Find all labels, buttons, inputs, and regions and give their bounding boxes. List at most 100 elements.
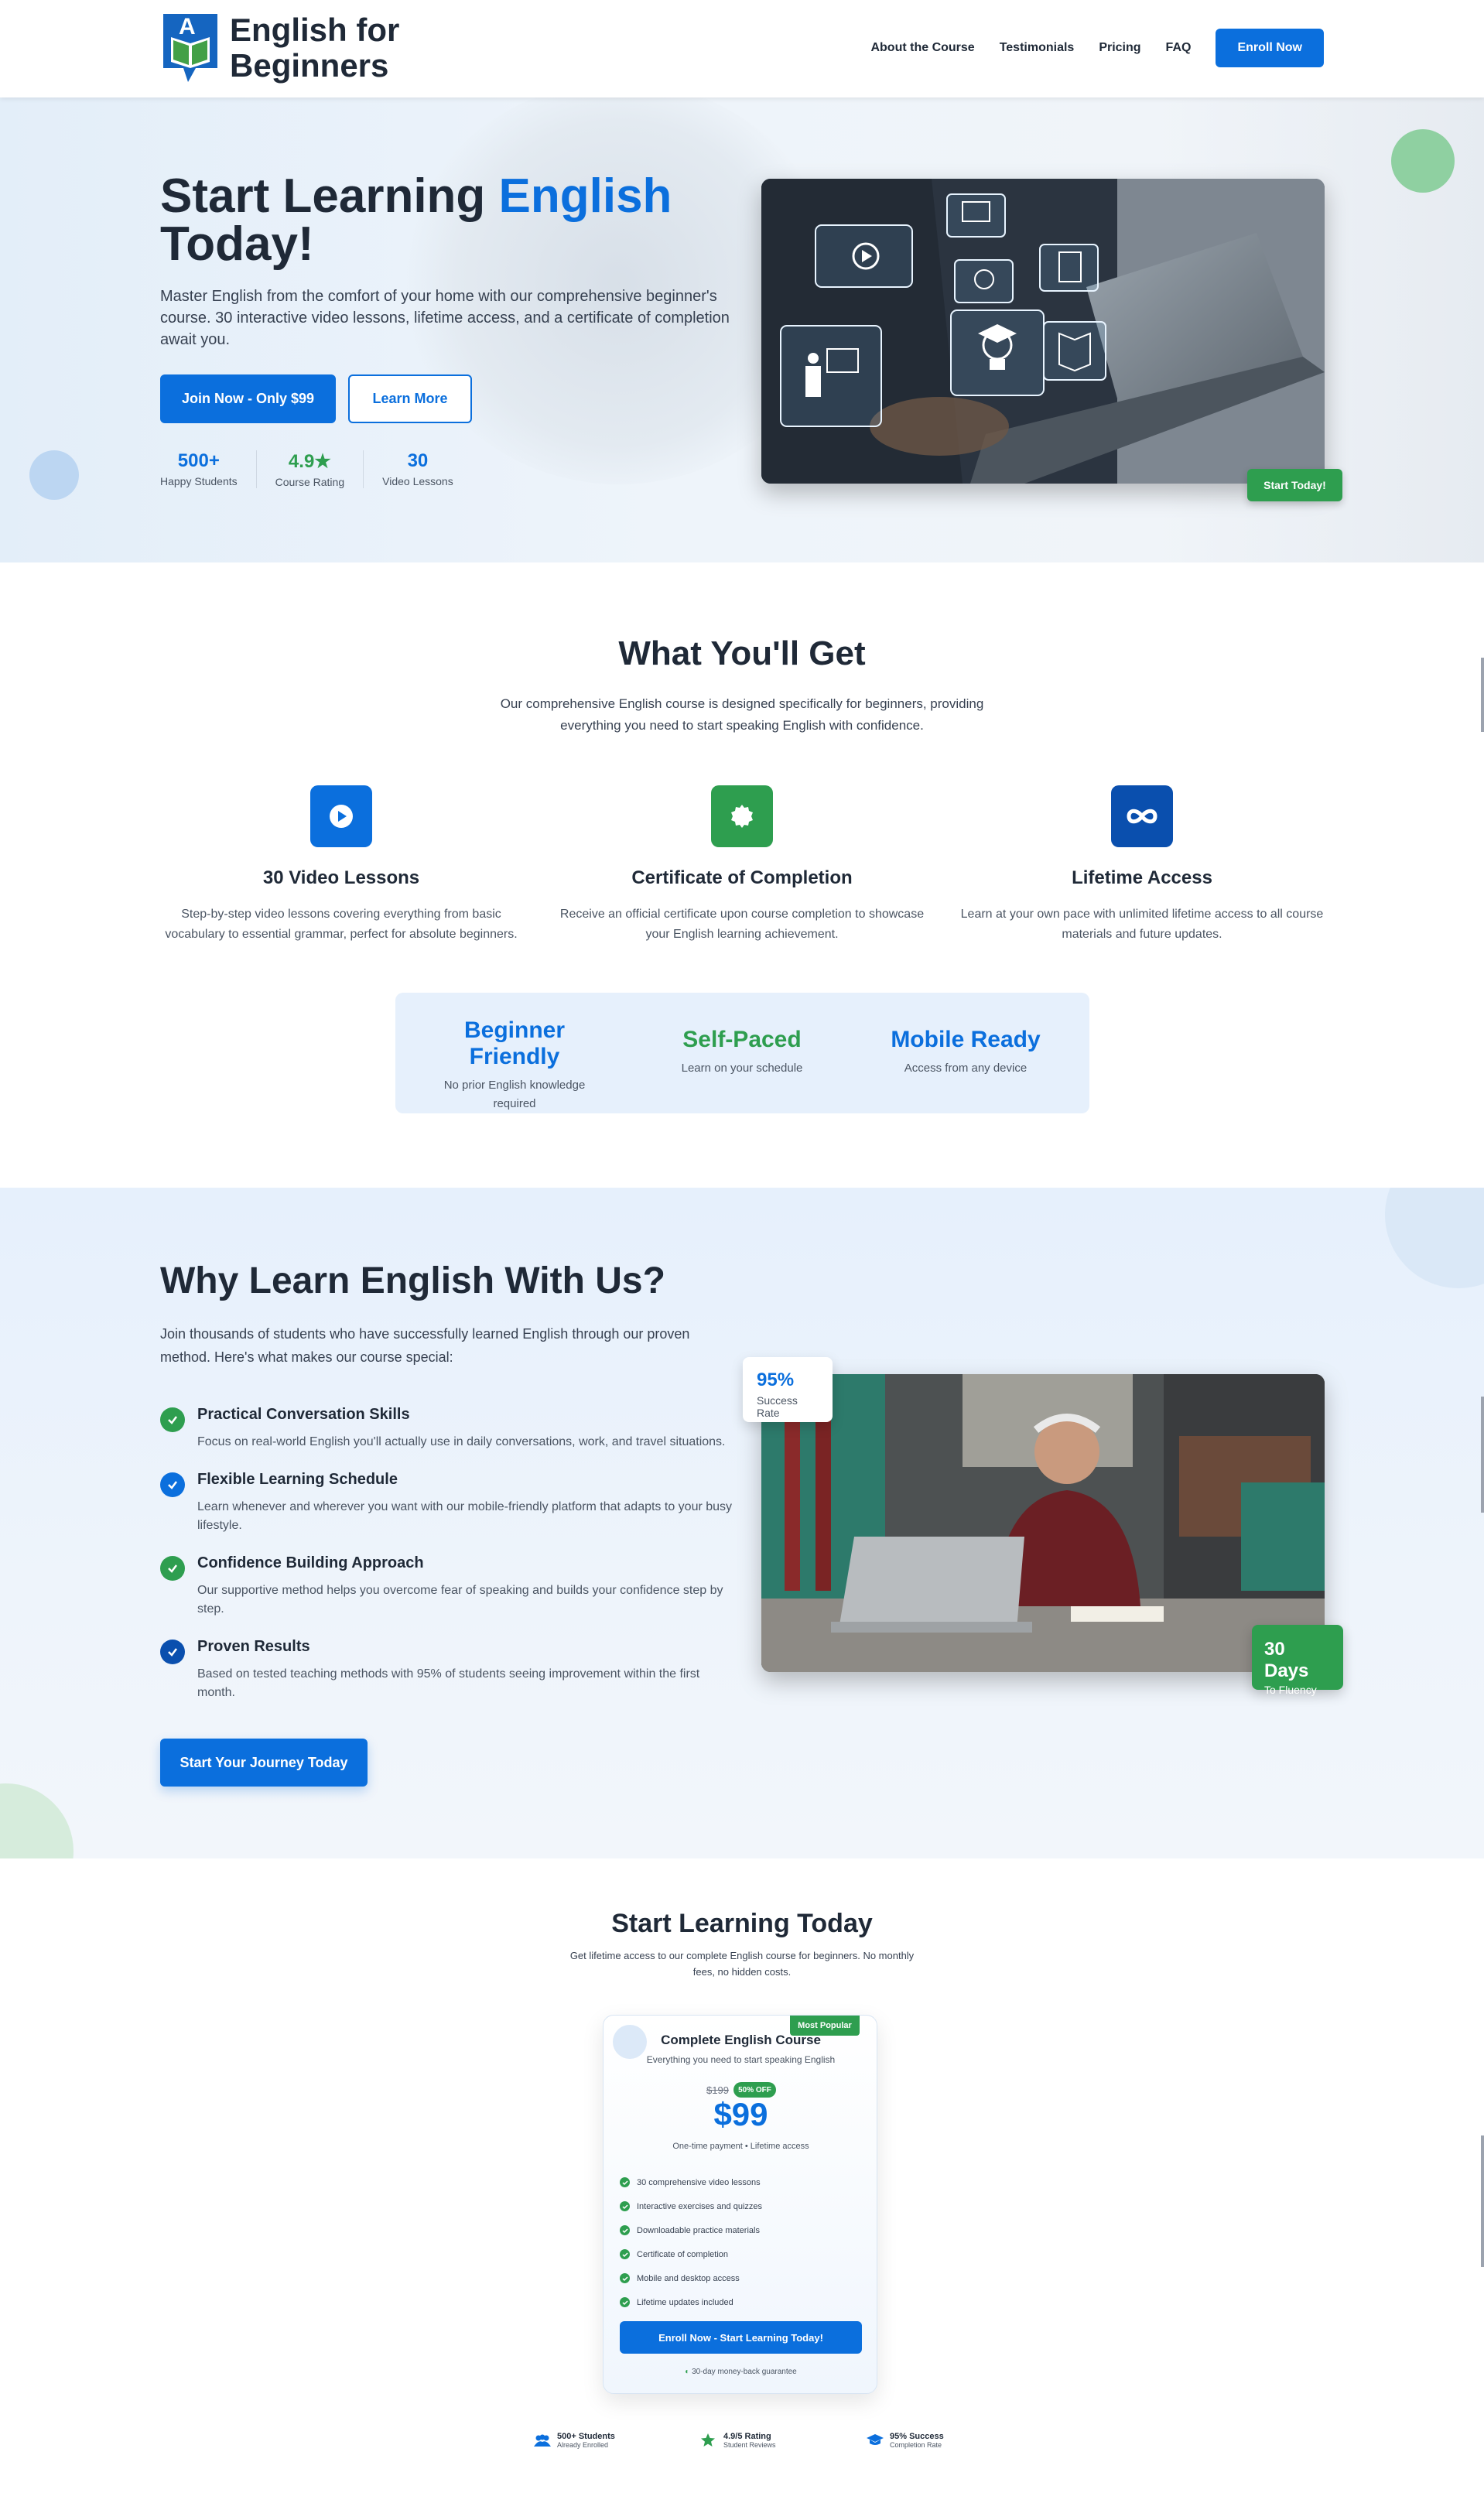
why-item-title: Practical Conversation Skills (197, 1406, 410, 1423)
feature-title: 30 Video Lessons (262, 867, 420, 888)
highlights-panel: Beginner Friendly No prior English knowl… (395, 993, 1089, 1113)
scroll-edge-marker (1481, 1397, 1484, 1513)
nav-link-pricing[interactable]: Pricing (1099, 41, 1140, 55)
star-icon (701, 2433, 715, 2447)
nav-link-faq[interactable]: FAQ (1166, 41, 1192, 55)
hero-title-part1: Start Learning (160, 169, 499, 223)
start-today-badge: Start Today! (1247, 469, 1342, 501)
why-item-title: Confidence Building Approach (197, 1554, 424, 1571)
check-icon (160, 1472, 185, 1497)
feature-title: Certificate of Completion (631, 867, 853, 888)
feature-description: Learn at your own pace with unlimited li… (960, 908, 1324, 941)
success-rate-badge: 95% Success Rate (743, 1357, 833, 1422)
trust-students: 500+ Students Already Enrolled (534, 2432, 615, 2449)
badge-label: To Fluency (1264, 1684, 1317, 1696)
feature-text: Lifetime updates included (637, 2297, 733, 2307)
highlight-self-paced: Self-Paced Learn on your schedule (649, 1027, 835, 1078)
graduation-cap-icon (867, 2434, 884, 2445)
enroll-start-learning-button[interactable]: Enroll Now - Start Learning Today! (620, 2321, 862, 2354)
badge-label: Success Rate (757, 1394, 798, 1419)
why-title: Why Learn English With Us? (160, 1260, 665, 1301)
feature-title: Lifetime Access (1072, 867, 1212, 888)
why-item-description: Based on tested teaching methods with 95… (197, 1667, 700, 1699)
stat-label: Course Rating (275, 476, 345, 488)
check-icon (620, 2201, 630, 2211)
check-icon (160, 1556, 185, 1581)
check-icon (620, 2273, 630, 2283)
hero-elearning-image (761, 179, 1325, 484)
nav-link-about[interactable]: About the Course (870, 41, 974, 55)
badge-value: 95% (757, 1369, 795, 1390)
stat-students: 500+ Happy Students (160, 450, 257, 488)
certificate-icon (711, 785, 773, 847)
check-icon (620, 2225, 630, 2235)
plan-subtitle: Everything you need to start speaking En… (646, 2054, 836, 2065)
enroll-now-button[interactable]: Enroll Now (1216, 29, 1324, 67)
highlight-description: No prior English knowledge required (443, 1079, 586, 1110)
discount-badge: 50% OFF (733, 2082, 776, 2098)
original-price: $199 (706, 2084, 729, 2096)
join-now-button[interactable]: Join Now - Only $99 (160, 374, 336, 423)
feature-video-lessons: 30 Video Lessons Step-by-step video less… (156, 785, 527, 945)
student-studying-image (761, 1374, 1325, 1672)
check-icon (620, 2249, 630, 2259)
plan-price: $99 (713, 2096, 768, 2132)
pricing-card: Most Popular Complete English Course Eve… (603, 2015, 877, 2394)
why-item-title: Proven Results (197, 1638, 310, 1655)
feature-text: 30 comprehensive video lessons (637, 2177, 761, 2187)
learn-more-button[interactable]: Learn More (348, 374, 472, 423)
start-journey-button[interactable]: Start Your Journey Today (160, 1739, 368, 1787)
why-item-results: Proven Results Based on tested teaching … (160, 1638, 733, 1702)
features-subtitle: Our comprehensive English course is desi… (500, 696, 984, 733)
list-item: Lifetime updates included (620, 2290, 762, 2314)
stat-rating: 4.9★ Course Rating (275, 450, 364, 488)
list-item: Certificate of completion (620, 2242, 762, 2266)
users-icon (534, 2434, 551, 2447)
list-item: 30 comprehensive video lessons (620, 2170, 762, 2194)
trust-description: Completion Rate (890, 2441, 942, 2449)
decorative-circle (1385, 1188, 1484, 1288)
trust-title: 4.9/5 Rating (723, 2432, 771, 2441)
plan-feature-list: 30 comprehensive video lessons Interacti… (620, 2170, 762, 2314)
trust-title: 95% Success (890, 2432, 944, 2441)
trust-rating: 4.9/5 Rating Student Reviews (700, 2432, 776, 2449)
check-icon (160, 1407, 185, 1432)
feature-text: Certificate of completion (637, 2249, 728, 2259)
list-item: Downloadable practice materials (620, 2218, 762, 2242)
why-item-description: Focus on real-world English you'll actua… (197, 1435, 726, 1448)
play-icon (310, 785, 372, 847)
feature-text: Mobile and desktop access (637, 2273, 740, 2283)
stat-lessons: 30 Video Lessons (382, 450, 472, 488)
nav-link-testimonials[interactable]: Testimonials (1000, 41, 1075, 55)
feature-lifetime-access: Lifetime Access Learn at your own pace w… (956, 785, 1328, 945)
highlight-description: Learn on your schedule (681, 1062, 803, 1075)
check-icon (620, 2297, 630, 2307)
pricing-title: Start Learning Today (611, 1909, 873, 1938)
trust-success: 95% Success Completion Rate (867, 2432, 944, 2449)
feature-description: Receive an official certificate upon cou… (559, 908, 925, 941)
trust-title: 500+ Students (557, 2432, 615, 2441)
hero-section: Start Learning English Today! Master Eng… (0, 97, 1484, 562)
why-item-description: Our supportive method helps you overcome… (197, 1584, 723, 1616)
highlight-beginner-friendly: Beginner Friendly No prior English knowl… (422, 1017, 607, 1113)
book-logo-icon: A (160, 11, 221, 85)
trust-description: Already Enrolled (557, 2441, 609, 2449)
stat-value: 500+ (177, 450, 220, 471)
page: A English for Beginners About the Course… (0, 0, 1484, 2503)
guarantee-text: 30-day money-back guarantee (692, 2368, 797, 2376)
why-item-conversation: Practical Conversation Skills Focus on r… (160, 1406, 733, 1452)
logo[interactable]: A English for Beginners (160, 11, 408, 85)
features-title: What You'll Get (618, 634, 866, 672)
why-subtitle: Join thousands of students who have succ… (160, 1326, 690, 1365)
trust-description: Student Reviews (723, 2441, 776, 2449)
hero-title-part2: Today! (160, 217, 314, 271)
why-section: Why Learn English With Us? Join thousand… (0, 1188, 1484, 1858)
stat-value: 30 (407, 450, 429, 471)
shield-icon: ◐ (685, 2368, 692, 2376)
highlight-mobile-ready: Mobile Ready Access from any device (873, 1027, 1058, 1078)
why-item-flexible: Flexible Learning Schedule Learn wheneve… (160, 1471, 733, 1535)
feature-text: Downloadable practice materials (637, 2225, 760, 2235)
check-icon (160, 1640, 185, 1664)
scroll-edge-marker (1481, 2135, 1484, 2267)
highlight-title: Mobile Ready (891, 1027, 1041, 1052)
